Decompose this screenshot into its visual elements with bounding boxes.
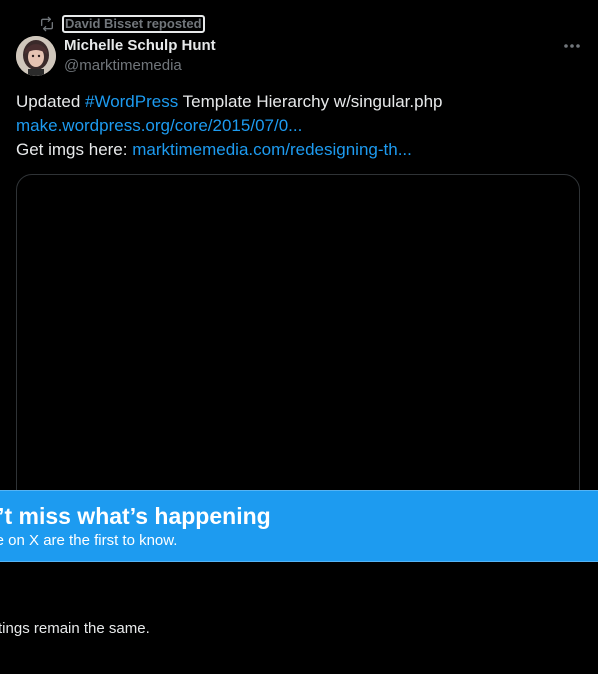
marktimemedia-link[interactable]: marktimemedia.com/redesigning-th... — [132, 140, 412, 159]
media-card[interactable] — [16, 174, 580, 534]
footer-text: settings remain the same. — [0, 620, 150, 637]
tweet-text-prefix: Updated — [16, 92, 85, 111]
more-horizontal-icon — [564, 44, 580, 48]
make-wordpress-link[interactable]: make.wordpress.org/core/2015/07/0... — [16, 116, 302, 135]
avatar[interactable] — [16, 36, 56, 76]
author-display-name[interactable]: Michelle Schulp Hunt — [64, 36, 216, 56]
author-handle[interactable]: @marktimemedia — [64, 56, 216, 76]
repost-indicator: David Bisset reposted — [38, 14, 205, 34]
hashtag-link[interactable]: #WordPress — [85, 92, 178, 111]
author-block: Michelle Schulp Hunt @marktimemedia — [64, 36, 216, 76]
reposter-link[interactable]: David Bisset reposted — [62, 15, 205, 33]
repost-icon — [38, 15, 56, 33]
tweet-text: Updated #WordPress Template Hierarchy w/… — [16, 90, 576, 162]
tweet-page: David Bisset reposted Michelle Schulp Hu… — [0, 0, 598, 674]
banner-title: n’t miss what’s happening — [0, 503, 271, 529]
signup-banner: n’t miss what’s happening ple on X are t… — [0, 490, 598, 562]
more-options-button[interactable] — [560, 36, 584, 56]
tweet-line-2: make.wordpress.org/core/2015/07/0... — [16, 114, 576, 138]
tweet-line-3: Get imgs here: marktimemedia.com/redesig… — [16, 138, 576, 162]
get-imgs-label: Get imgs here: — [16, 140, 133, 159]
tweet-line-1: Updated #WordPress Template Hierarchy w/… — [16, 90, 576, 114]
banner-subtitle: ple on X are the first to know. — [0, 532, 178, 549]
tweet-text-suffix: Template Hierarchy w/singular.php — [178, 92, 443, 111]
